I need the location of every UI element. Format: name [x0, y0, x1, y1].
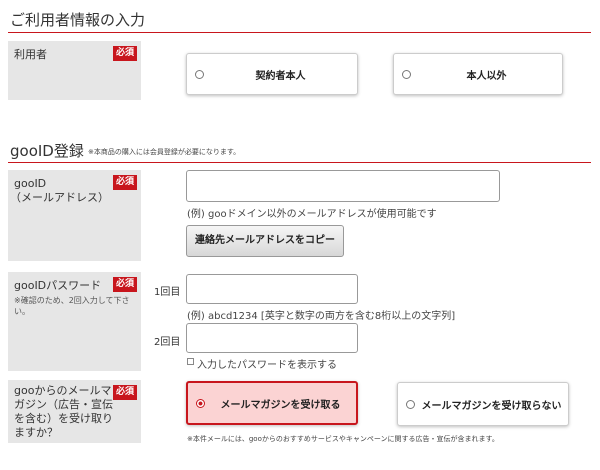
user-option-contractor[interactable]: 契約者本人: [186, 53, 358, 95]
magazine-option-label: メールマガジンを受け取る: [220, 399, 341, 411]
magazine-footnote: ※本件メールには、gooからのおすすめサービスやキャンペーンに関する広告・宣伝が…: [187, 435, 499, 443]
user-option-label: 本人以外: [466, 70, 507, 82]
section-title-gooid: gooID登録: [10, 142, 84, 160]
password-second-label: 2回目: [154, 337, 181, 348]
password-hint: (例) abcd1234 [英字と数字の両方を含む8桁以上の文字列]: [187, 311, 456, 322]
required-badge: 必須: [113, 46, 137, 61]
required-badge: 必須: [113, 175, 137, 190]
required-badge: 必須: [113, 385, 137, 400]
section-divider: [8, 32, 591, 33]
password-label: gooIDパスワード: [14, 279, 102, 292]
radio-icon[interactable]: [402, 69, 411, 79]
gooid-email-input[interactable]: [186, 170, 500, 202]
section-note: ※本商品の購入には会員登録が必要になります。: [88, 148, 241, 156]
user-label: 利用者: [14, 48, 47, 61]
magazine-label: gooからのメールマ: [14, 384, 112, 397]
gooid-hint: (例) gooドメイン以外のメールアドレスが使用可能です: [187, 209, 437, 220]
section-title-user-info: ご利用者情報の入力: [10, 11, 146, 29]
copy-contact-email-button[interactable]: 連絡先メールアドレスをコピー: [186, 225, 344, 257]
password-input-1[interactable]: [186, 274, 358, 304]
magazine-label-cell: gooからのメールマ ガジン（広告・宣伝 を含む）を受け取り ますか？ 必須: [8, 380, 141, 443]
radio-icon[interactable]: [195, 69, 204, 79]
section-divider: [8, 162, 591, 163]
password-input-2[interactable]: [186, 323, 358, 353]
gooid-label: gooID: [14, 177, 47, 190]
gooid-label-cell: gooID （メールアドレス） 必須: [8, 170, 141, 261]
gooid-label-sub: （メールアドレス）: [10, 191, 109, 204]
show-password-label: 入力したパスワードを表示する: [197, 360, 337, 371]
magazine-label: を含む）を受け取り: [14, 412, 113, 425]
user-option-label: 契約者本人: [255, 70, 306, 82]
password-label-cell: gooIDパスワード ※確認のため、2回入力して下さい。 必須: [8, 272, 141, 371]
magazine-option-label: メールマガジンを受け取らない: [421, 400, 562, 412]
magazine-label: ますか？: [14, 426, 58, 439]
radio-selected-icon[interactable]: [196, 398, 205, 408]
show-password-checkbox[interactable]: [187, 358, 194, 365]
password-first-label: 1回目: [154, 287, 181, 298]
password-note: ※確認のため、2回入力して下さい。: [14, 296, 130, 316]
magazine-option-receive[interactable]: メールマガジンを受け取る: [186, 381, 358, 425]
magazine-label: ガジン（広告・宣伝: [14, 398, 113, 411]
user-option-other[interactable]: 本人以外: [393, 53, 563, 95]
required-badge: 必須: [113, 277, 137, 292]
radio-icon[interactable]: [406, 399, 415, 409]
user-label-cell: 利用者 必須: [8, 41, 141, 100]
magazine-option-decline[interactable]: メールマガジンを受け取らない: [397, 382, 569, 426]
